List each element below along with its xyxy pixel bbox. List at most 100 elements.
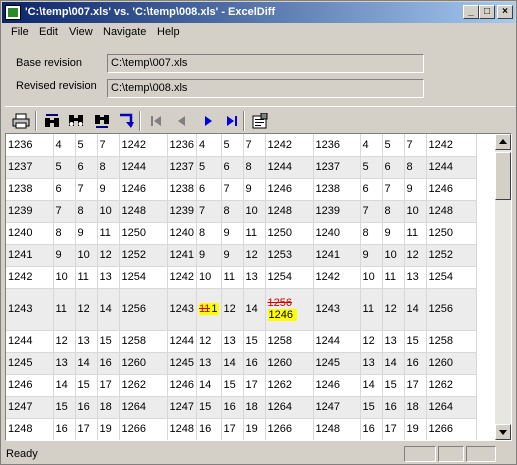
- grid-cell[interactable]: 1236: [313, 134, 361, 157]
- grid-cell[interactable]: 8: [221, 200, 244, 223]
- grid-cell[interactable]: 111: [196, 288, 222, 331]
- grid-cell[interactable]: 15: [243, 330, 266, 353]
- grid-cell[interactable]: 1254: [119, 266, 168, 289]
- grid-cell[interactable]: 1246: [265, 178, 314, 201]
- grid-cell[interactable]: 10: [97, 200, 120, 223]
- revised-revision-field[interactable]: C:\temp\008.xls: [107, 79, 424, 98]
- grid-cell[interactable]: 10: [53, 266, 76, 289]
- grid-cell[interactable]: 20: [404, 440, 426, 441]
- next-diff-icon[interactable]: [115, 110, 137, 132]
- grid-cell[interactable]: 14: [243, 288, 266, 331]
- grid-cell[interactable]: 7: [75, 178, 98, 201]
- grid-cell[interactable]: 1262: [426, 374, 477, 397]
- print-icon[interactable]: [10, 110, 32, 132]
- grid-cell[interactable]: 7: [221, 178, 244, 201]
- grid-cell[interactable]: 14: [97, 288, 120, 331]
- grid-cell[interactable]: 1260: [426, 352, 477, 375]
- grid-cell[interactable]: 1239: [6, 200, 54, 223]
- grid-cell[interactable]: 8: [404, 156, 427, 179]
- grid-cell[interactable]: 1264: [265, 396, 314, 419]
- grid-cell[interactable]: 10: [75, 244, 98, 267]
- grid-cell[interactable]: 1250: [265, 222, 314, 245]
- grid-cell[interactable]: 6: [196, 178, 222, 201]
- grid-cell[interactable]: 9: [404, 178, 427, 201]
- grid-cell[interactable]: 10: [360, 266, 383, 289]
- grid-cell[interactable]: 17: [243, 374, 266, 397]
- grid-cell[interactable]: 1246: [119, 178, 168, 201]
- title-bar[interactable]: 'C:\temp\007.xls' vs. 'C:\temp\008.xls' …: [2, 2, 515, 23]
- table-row[interactable]: 1245 13 14 16 1260 1245 13 14 16 1260 1245 13 14 16 12…: [6, 352, 477, 375]
- grid-cell[interactable]: 1245: [313, 352, 361, 375]
- grid-cell[interactable]: 1248: [6, 418, 54, 440]
- grid-cell[interactable]: 11: [97, 222, 120, 245]
- find-next-icon[interactable]: [91, 110, 113, 132]
- grid-cell[interactable]: 9: [221, 222, 244, 245]
- grid-cell[interactable]: 1245: [167, 352, 197, 375]
- grid-cell[interactable]: 19: [97, 418, 120, 440]
- grid-cell[interactable]: 6: [360, 178, 383, 201]
- grid-cell[interactable]: 14: [75, 352, 98, 375]
- grid-cell[interactable]: 1244: [426, 156, 477, 179]
- menu-edit[interactable]: Edit: [39, 26, 58, 38]
- grid-cell[interactable]: 1256: [426, 288, 477, 331]
- vertical-scrollbar[interactable]: [495, 134, 511, 440]
- grid-cell[interactable]: 1254: [265, 266, 314, 289]
- find-icon[interactable]: [65, 110, 87, 132]
- grid-cell[interactable]: 1242: [426, 134, 477, 157]
- grid-cell[interactable]: 1236: [6, 134, 54, 157]
- grid-cell[interactable]: 1264: [119, 396, 168, 419]
- grid-cell[interactable]: 1268: [265, 440, 313, 441]
- grid-cell[interactable]: 11: [221, 266, 244, 289]
- grid-cell[interactable]: 13: [196, 352, 222, 375]
- grid-cell[interactable]: 1237: [313, 156, 361, 179]
- grid-cell[interactable]: 5: [221, 134, 244, 157]
- grid-cell[interactable]: 12: [404, 244, 427, 267]
- grid-cell[interactable]: 11: [382, 266, 405, 289]
- grid-cell[interactable]: 1262: [119, 374, 168, 397]
- grid-cell[interactable]: 1248: [313, 418, 361, 440]
- grid-cell[interactable]: 8: [53, 222, 76, 245]
- menu-view[interactable]: View: [69, 26, 93, 38]
- table-row[interactable]: 1237 5 6 8 1244 1237 5 6 8 1244 1237 5 6 8 1244: [6, 156, 477, 179]
- grid-cell[interactable]: 16: [382, 396, 405, 419]
- base-revision-field[interactable]: C:\temp\007.xls: [107, 54, 424, 73]
- grid-cell[interactable]: 8: [75, 200, 98, 223]
- grid-cell[interactable]: 1248: [426, 200, 477, 223]
- table-row[interactable]: 1244 12 13 15 1258 1244 12 13 15 1258 1244 12 13 15 12…: [6, 330, 477, 353]
- grid-cell[interactable]: 1248: [167, 418, 197, 440]
- grid-cell[interactable]: 18: [404, 396, 427, 419]
- grid-cell[interactable]: 1253: [265, 244, 314, 267]
- grid-cell[interactable]: 15: [404, 330, 427, 353]
- grid-cell[interactable]: 1250: [426, 222, 477, 245]
- grid-cell[interactable]: 1249: [313, 440, 360, 441]
- grid-cell[interactable]: 1241: [313, 244, 361, 267]
- table-row[interactable]: 1249171820126812491718201268124917182012…: [6, 440, 476, 441]
- grid-cell[interactable]: 1236: [167, 134, 197, 157]
- scroll-thumb[interactable]: [495, 152, 511, 200]
- table-row[interactable]: 1240 8 9 11 1250 1240 8 9 11 1250 1240 8 9 11 1250: [6, 222, 477, 245]
- prev-icon[interactable]: [171, 110, 193, 132]
- grid-cell[interactable]: 1262: [265, 374, 314, 397]
- grid-cell[interactable]: 1240: [167, 222, 197, 245]
- table-row[interactable]: 1243 11 12 14 1256 1243 111 12 14 1256 1246 1243 11 1…: [6, 288, 477, 331]
- grid-cell[interactable]: 5: [53, 156, 76, 179]
- grid-cell[interactable]: 20: [97, 440, 119, 441]
- grid-cell[interactable]: 1249: [167, 440, 196, 441]
- grid-cell[interactable]: 7: [360, 200, 383, 223]
- grid-cell[interactable]: 17: [360, 440, 382, 441]
- grid-cell[interactable]: 14: [404, 288, 427, 331]
- grid-cell[interactable]: 1242: [265, 134, 314, 157]
- grid-cell[interactable]: 11: [75, 266, 98, 289]
- diff-grid[interactable]: 1236 4 5 7 1242 1236 4 5 7 1242 1236 4 5 7 1242 1237 5 6 8…: [5, 133, 512, 441]
- next-icon[interactable]: [197, 110, 219, 132]
- scroll-up-button[interactable]: [495, 134, 511, 150]
- grid-cell[interactable]: 6: [382, 156, 405, 179]
- grid-cell[interactable]: 1244: [265, 156, 314, 179]
- grid-cell[interactable]: 12: [196, 330, 222, 353]
- grid-cell[interactable]: 11: [243, 222, 266, 245]
- grid-cell[interactable]: 17: [53, 440, 75, 441]
- grid-cell[interactable]: 1256: [119, 288, 168, 331]
- grid-cell[interactable]: 16: [360, 418, 383, 440]
- grid-cell[interactable]: 1250: [119, 222, 168, 245]
- grid-cell[interactable]: 16: [404, 352, 427, 375]
